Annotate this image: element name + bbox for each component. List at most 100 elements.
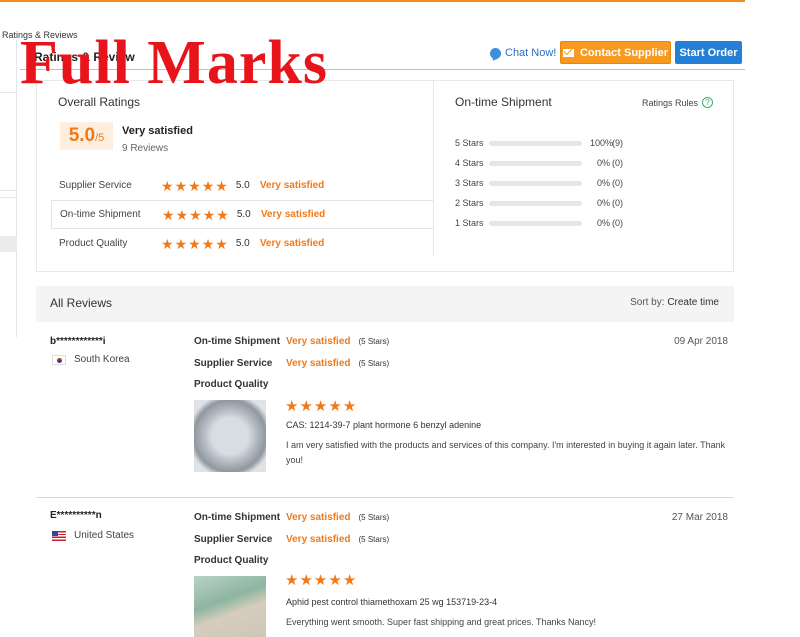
sidebar-item-active[interactable]	[0, 236, 17, 252]
distribution-label: 3 Stars	[455, 178, 484, 188]
star-icon: ★	[215, 177, 228, 194]
star-icon: ★	[328, 572, 342, 589]
star-icon: ★	[313, 572, 328, 589]
star-icon: ★	[285, 572, 299, 589]
sidebar-divider	[0, 190, 17, 191]
reviewer-name: b************i	[50, 336, 106, 347]
overall-score-badge: 5.0/5	[60, 122, 113, 150]
distribution-label: 2 Stars	[455, 198, 484, 208]
star-icon: ★	[285, 398, 299, 415]
country-name: United States	[74, 530, 135, 541]
star-icon: ★	[201, 177, 215, 194]
category-name: On-time Shipment	[60, 209, 141, 220]
category-score: 5.0	[235, 238, 250, 249]
overall-ratings-panel: Overall Ratings 5.0/5 Very satisfied 9 R…	[36, 80, 734, 272]
envelope-icon	[562, 48, 574, 57]
product-thumbnail[interactable]	[194, 400, 266, 472]
field-value: Very satisfied	[286, 534, 351, 545]
distribution-row: 5 Stars 100% (9)	[455, 136, 655, 150]
field-value: Very satisfied	[286, 336, 351, 347]
star-rating: ★ ★ ★ ★ ★	[162, 208, 229, 222]
left-sidebar	[0, 40, 17, 337]
sidebar-divider	[0, 92, 17, 93]
field-stars: (5 Stars)	[358, 337, 390, 346]
product-star-rating: ★ ★ ★ ★ ★	[285, 399, 356, 414]
chat-now-link[interactable]: Chat Now!	[490, 47, 556, 59]
start-order-button[interactable]: Start Order	[675, 41, 742, 64]
category-name: Supplier Service	[59, 180, 132, 191]
star-icon: ★	[161, 177, 174, 194]
overall-score: 5.0	[68, 125, 96, 146]
star-rating: ★ ★ ★ ★ ★	[161, 179, 228, 193]
field-label: Product Quality	[194, 379, 269, 390]
star-icon: ★	[188, 235, 201, 252]
page: Ratings & Reviews Ratings & Review Chat …	[0, 0, 800, 637]
distribution-row: 1 Stars 0% (0)	[455, 216, 655, 230]
distribution-count: (0)	[612, 158, 623, 168]
united-states-flag-icon	[52, 530, 66, 541]
distribution-percent: 100%	[590, 138, 614, 148]
chat-bubble-icon	[490, 47, 501, 59]
star-icon: ★	[174, 235, 188, 252]
review-service-rating: Supplier Service Very satisfied (5 Stars…	[194, 358, 389, 369]
field-label: On-time Shipment	[194, 336, 281, 347]
field-value: Very satisfied	[286, 512, 351, 523]
field-label: Supplier Service	[194, 358, 273, 369]
review-count: 9 Reviews	[122, 143, 169, 154]
sort-label: Sort by:	[630, 297, 665, 308]
distribution-percent: 0%	[596, 178, 610, 188]
category-label: Very satisfied	[260, 209, 326, 220]
review-comment: Everything went smooth. Super fast shipp…	[286, 617, 596, 627]
field-stars: (5 Stars)	[358, 535, 390, 544]
distribution-bar	[489, 200, 582, 206]
sort-value: Create time	[667, 297, 719, 308]
distribution-label: 4 Stars	[455, 158, 484, 168]
distribution-bar	[489, 140, 582, 146]
star-icon: ★	[161, 235, 174, 252]
ratings-rules-link[interactable]: Ratings Rules ?	[642, 97, 714, 108]
top-accent-bar	[0, 0, 745, 2]
star-icon: ★	[342, 398, 357, 415]
reviewer-country: United States	[52, 530, 134, 541]
product-name-link[interactable]: Aphid pest control thiamethoxam 25 wg 15…	[286, 597, 497, 607]
contact-supplier-button[interactable]: Contact Supplier	[560, 41, 671, 64]
star-icon: ★	[299, 398, 313, 415]
overall-score-max: /5	[95, 132, 105, 144]
product-name-link[interactable]: CAS: 1214-39-7 plant hormone 6 benzyl ad…	[286, 420, 481, 430]
distribution-bar	[489, 160, 582, 166]
category-name: Product Quality	[59, 238, 128, 249]
sort-by-control[interactable]: Sort by: Create time	[630, 297, 719, 308]
product-star-rating: ★ ★ ★ ★ ★	[285, 573, 356, 588]
review-service-rating: Supplier Service Very satisfied (5 Stars…	[194, 534, 389, 545]
field-label: On-time Shipment	[194, 512, 281, 523]
distribution-count: (0)	[612, 198, 623, 208]
review-quality-rating: Product Quality	[194, 555, 286, 566]
star-rating: ★ ★ ★ ★ ★	[161, 237, 228, 251]
ratings-rules-label: Ratings Rules	[642, 97, 699, 108]
category-row-on-time-shipment: On-time Shipment ★ ★ ★ ★ ★ 5.0 Very satisfie…	[51, 200, 434, 229]
all-reviews-title: All Reviews	[50, 296, 113, 310]
field-stars: (5 Stars)	[358, 359, 390, 368]
category-score: 5.0	[236, 209, 251, 220]
star-icon: ★	[174, 177, 188, 194]
review-divider	[36, 497, 734, 498]
star-icon: ★	[201, 235, 215, 252]
review-quality-rating: Product Quality	[194, 379, 286, 390]
star-icon: ★	[342, 572, 357, 589]
field-label: Supplier Service	[194, 534, 273, 545]
chat-now-label: Chat Now!	[505, 47, 557, 59]
overall-ratings-title: Overall Ratings	[58, 95, 141, 109]
full-marks-watermark: Full Marks	[20, 29, 328, 97]
distribution-count: (0)	[612, 218, 623, 228]
distribution-row: 2 Stars 0% (0)	[455, 196, 655, 210]
sidebar-divider	[0, 197, 17, 198]
star-icon: ★	[188, 177, 201, 194]
distribution-percent: 0%	[596, 158, 610, 168]
distribution-count: (0)	[612, 178, 623, 188]
product-thumbnail[interactable]	[194, 576, 266, 637]
question-icon: ?	[702, 97, 714, 108]
distribution-row: 3 Stars 0% (0)	[455, 176, 655, 190]
category-row-supplier-service: Supplier Service ★ ★ ★ ★ ★ 5.0 Very satisfie…	[51, 171, 434, 200]
on-time-shipment-title: On-time Shipment	[455, 95, 552, 109]
field-stars: (5 Stars)	[358, 513, 390, 522]
